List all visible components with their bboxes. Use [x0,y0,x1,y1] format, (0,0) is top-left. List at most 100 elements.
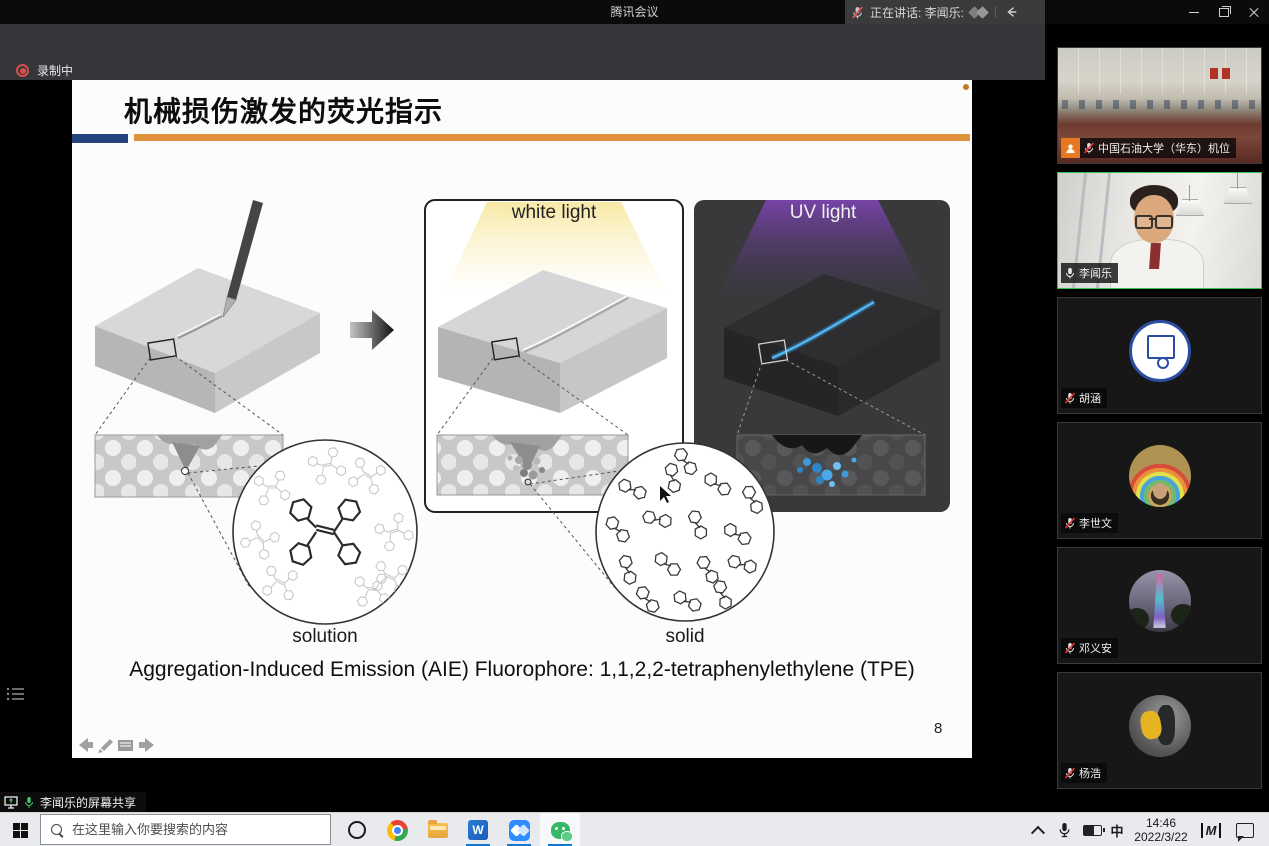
person-badge-icon [1061,138,1080,158]
recording-indicator: 录制中 [16,62,73,79]
slide-caption: Aggregation-Induced Emission (AIE) Fluor… [92,658,952,682]
participant-tile[interactable]: 胡涵 [1057,297,1262,414]
tray-mic-button[interactable] [1052,813,1076,846]
mic-muted-icon [851,6,864,19]
battery-button[interactable] [1078,813,1106,846]
window-titlebar: 腾讯会议 正在讲话: 李闻乐: [0,0,1269,24]
clock-time: 14:46 [1134,816,1187,830]
participant-name: 邓义安 [1079,640,1112,656]
ime-indicator[interactable]: 中 [1106,813,1128,846]
screen-share-banner: 李闻乐的屏幕共享 [0,792,146,812]
chrome-button[interactable] [377,813,417,846]
next-slide-button[interactable] [139,738,154,752]
whiteboard-app-button[interactable]: M [1196,813,1226,846]
meeting-toolbar: 录制中 [0,24,1045,80]
mic-muted-icon [1064,767,1076,779]
close-button[interactable] [1239,0,1269,24]
participant-tile[interactable]: 李世文 [1057,422,1262,539]
solid-circle [596,443,774,621]
action-center-button[interactable] [1230,813,1260,846]
notification-dot [963,84,969,90]
wechat-button[interactable] [540,813,580,846]
battery-icon [1083,825,1102,836]
svg-text:white light: white light [511,202,597,223]
participant-name: 胡涵 [1079,390,1101,406]
share-banner-text: 李闻乐的屏幕共享 [40,794,136,811]
file-explorer-button[interactable] [418,813,458,846]
cortana-icon [348,821,366,839]
window-controls [1179,0,1269,24]
screen-share-icon [4,796,18,809]
participants-sidebar: 中国石油大学（华东）机位 [1045,24,1269,812]
pen-tool-button[interactable] [98,739,113,753]
word-button[interactable]: W [458,813,498,846]
meeting-logo-icon [976,6,989,19]
participant-tile-speaker[interactable]: 李闻乐 [1057,172,1262,289]
arrow-right-icon [350,310,394,350]
screen-share-area: 机械损伤激发的荧光指示 [0,80,1045,758]
speaking-indicator: 正在讲话: 李闻乐: [845,0,1045,24]
avatar [1129,695,1191,757]
chrome-icon [387,820,408,841]
participant-tile[interactable]: 杨浩 [1057,672,1262,789]
minimize-button[interactable] [1179,0,1209,24]
slide-menu-button[interactable] [118,740,133,751]
mic-on-icon [23,796,35,809]
mic-muted-icon [1064,642,1076,654]
participant-tile[interactable]: 邓义安 [1057,547,1262,664]
solid-label: solid [665,626,704,647]
word-icon: W [468,820,488,840]
start-button[interactable] [0,813,40,846]
record-icon [16,64,29,77]
window-title: 腾讯会议 [0,0,1269,24]
taskbar: W 中 14:46 2022/3/22 M [0,812,1269,846]
meeting-app-button[interactable] [499,813,539,846]
presentation-slide: 机械损伤激发的荧光指示 [72,80,972,758]
participant-name: 杨浩 [1079,765,1101,781]
presenter-nav [76,735,161,755]
chevron-up-icon [1031,826,1045,840]
mic-muted-icon [1083,142,1095,154]
solution-circle [233,440,417,624]
wechat-icon [551,822,570,839]
slide-diagram: white light [72,170,972,650]
cortana-button[interactable] [337,813,377,846]
mic-on-icon [1064,267,1076,279]
title-rule-blue [72,134,128,143]
ime-label: 中 [1110,821,1123,840]
speaking-text: 正在讲话: 李闻乐: [870,4,964,21]
search-icon [51,824,62,835]
mic-muted-icon [1064,517,1076,529]
mic-muted-icon [1064,392,1076,404]
cross-section-white [437,435,628,495]
participant-tile-camera[interactable]: 中国石油大学（华东）机位 [1057,47,1262,164]
cross-section-uv [737,435,925,495]
prev-slide-button[interactable] [79,738,93,752]
restore-button[interactable] [1209,0,1239,24]
participant-name: 中国石油大学（华东）机位 [1098,140,1230,156]
slide-page-number: 8 [934,720,942,737]
return-arrow-icon[interactable] [1004,5,1018,19]
desktop: 腾讯会议 正在讲话: 李闻乐: 录制中 [0,0,1269,846]
svg-text:UV light: UV light [790,202,857,223]
meeting-app-icon [509,820,530,841]
mic-icon [1058,822,1071,838]
hidden-icons-button[interactable] [1026,813,1050,846]
avatar [1129,320,1191,382]
divider [995,6,996,18]
block-damaged [95,200,320,413]
slide-title: 机械损伤激发的荧光指示 [124,90,443,130]
folder-icon [428,823,448,838]
title-rule-orange [134,134,970,141]
participant-name: 李闻乐 [1079,265,1112,281]
search-input[interactable] [70,821,320,838]
avatar [1129,445,1191,507]
recording-label: 录制中 [37,62,73,79]
solution-label: solution [292,626,358,647]
m-logo-icon: M [1201,823,1222,838]
list-icon[interactable] [6,686,26,702]
clock-date: 2022/3/22 [1134,830,1187,844]
clock[interactable]: 14:46 2022/3/22 [1128,813,1194,846]
participant-name: 李世文 [1079,515,1112,531]
taskbar-search[interactable] [40,814,331,845]
